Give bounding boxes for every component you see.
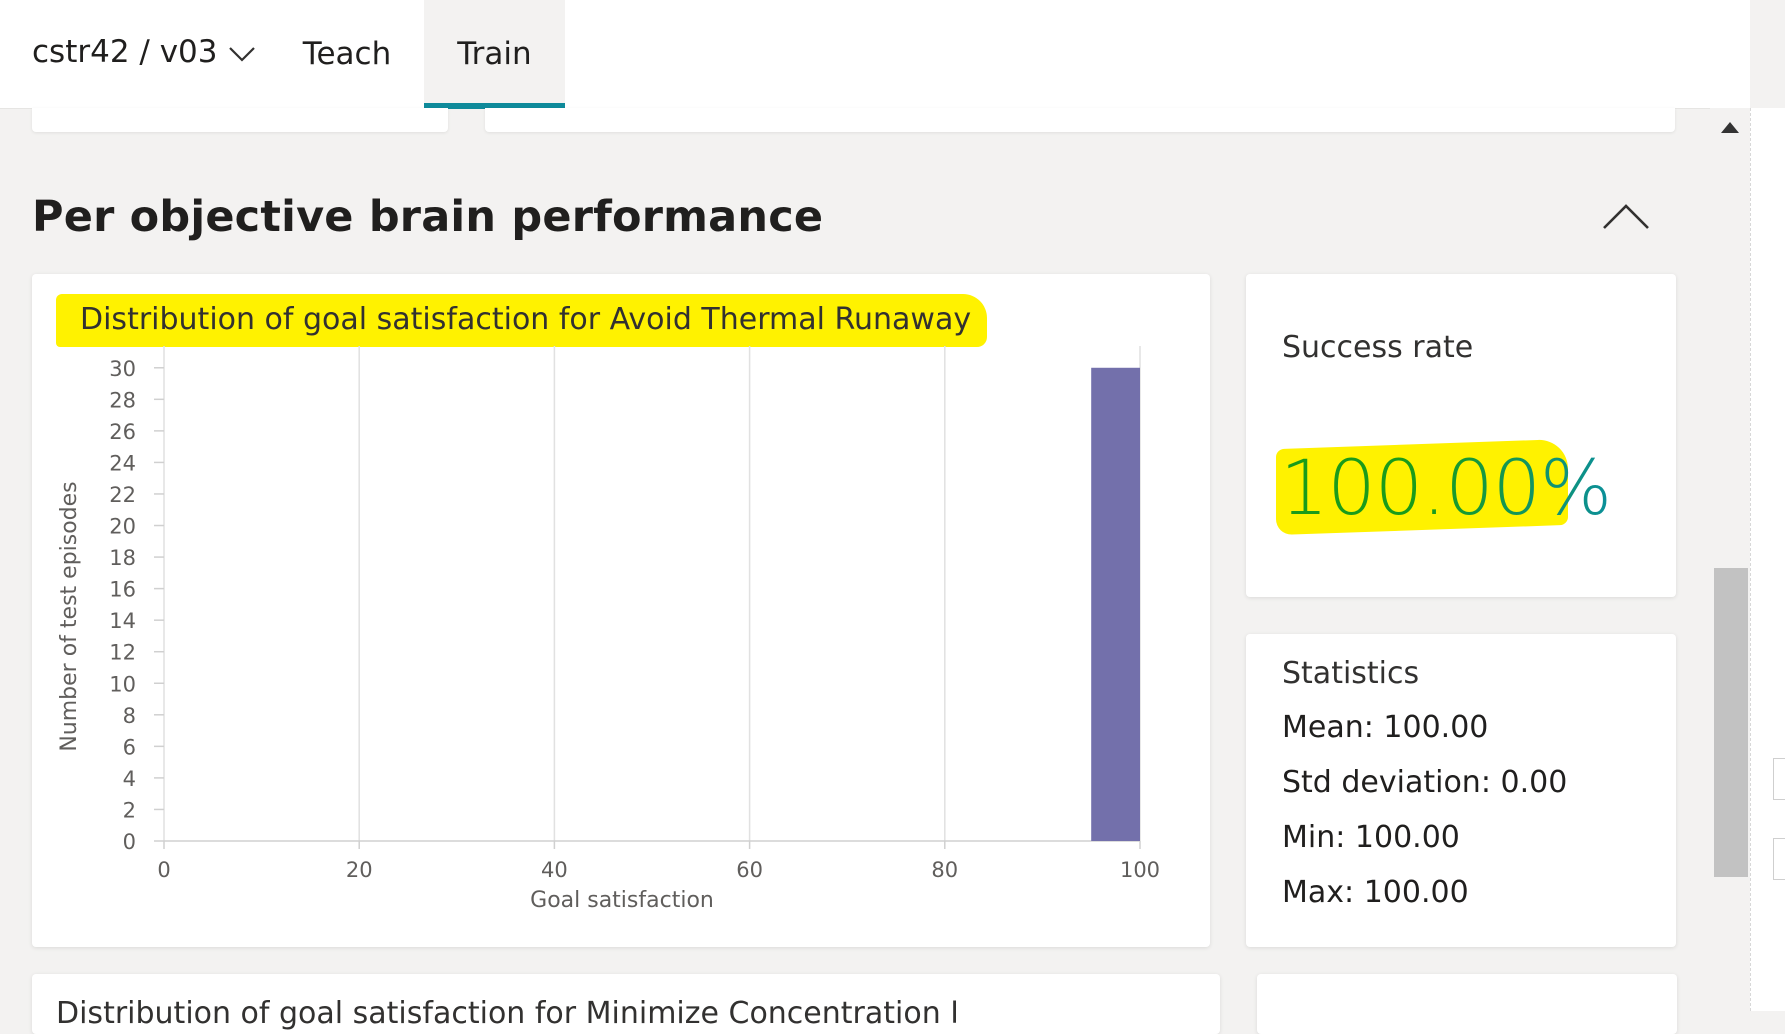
scrolled-card-right: [485, 108, 1675, 132]
y-tick-label: 18: [109, 546, 136, 570]
tab-teach[interactable]: Teach: [282, 0, 412, 108]
x-tick-label: 40: [541, 858, 568, 882]
stat-mean-value: 100.00: [1383, 710, 1489, 745]
y-tick-label: 0: [123, 830, 136, 854]
stat-min-value: 100.00: [1354, 820, 1460, 855]
project-selector[interactable]: cstr42 / v03: [32, 34, 256, 70]
y-tick-label: 24: [109, 451, 136, 475]
stat-std-value: 0.00: [1500, 765, 1568, 800]
tab-train[interactable]: Train: [424, 0, 565, 109]
y-tick-label: 30: [109, 357, 136, 381]
y-tick-label: 16: [109, 578, 136, 602]
collapse-section-button[interactable]: [1600, 196, 1652, 236]
y-tick-label: 28: [109, 388, 136, 412]
histogram-bar: [1091, 367, 1140, 841]
success-rate-title: Success rate: [1282, 330, 1474, 365]
goal-distribution-card: Distribution of goal satisfaction for Av…: [32, 274, 1210, 947]
tab-teach-label: Teach: [302, 36, 392, 72]
chevron-up-icon: [1603, 204, 1649, 229]
project-name: cstr42 / v03: [32, 34, 218, 70]
y-tick-label: 14: [109, 609, 136, 633]
stat-max: Max: 100.00: [1282, 875, 1469, 910]
x-axis-label: Goal satisfaction: [530, 888, 714, 913]
stat-mean-label: Mean:: [1282, 710, 1374, 745]
stat-min: Min: 100.00: [1282, 820, 1460, 855]
x-tick-label: 20: [346, 858, 373, 882]
x-tick-label: 0: [157, 858, 170, 882]
scrollbar-thumb[interactable]: [1714, 568, 1748, 877]
stat-max-value: 100.00: [1363, 875, 1469, 910]
statistics-card: Statistics Mean: 100.00 Std deviation: 0…: [1246, 634, 1676, 947]
success-rate-value: 100.00%: [1280, 443, 1612, 532]
scrolled-card-left: [32, 108, 448, 132]
tab-train-label: Train: [457, 36, 532, 72]
y-tick-label: 12: [109, 641, 136, 665]
x-tick-label: 80: [931, 858, 958, 882]
chevron-down-icon: [228, 47, 255, 62]
y-tick-label: 8: [123, 704, 136, 728]
stat-std: Std deviation: 0.00: [1282, 765, 1567, 800]
statistics-title: Statistics: [1282, 656, 1420, 691]
triangle-up-icon[interactable]: [1721, 122, 1739, 133]
next-distribution-card: Distribution of goal satisfaction for Mi…: [32, 974, 1220, 1034]
x-tick-label: 100: [1120, 858, 1160, 882]
stat-max-label: Max:: [1282, 875, 1355, 910]
success-rate-card: Success rate 100.00%: [1246, 274, 1676, 597]
x-tick-label: 60: [736, 858, 763, 882]
y-axis-label: Number of test episodes: [57, 481, 82, 751]
y-tick-label: 26: [109, 420, 136, 444]
stat-std-label: Std deviation:: [1282, 765, 1491, 800]
top-nav-bar: cstr42 / v03 Teach Train: [0, 0, 1750, 109]
y-tick-label: 22: [109, 483, 136, 507]
stat-min-label: Min:: [1282, 820, 1346, 855]
next-success-card: [1257, 974, 1677, 1034]
side-panel-tab[interactable]: [1773, 838, 1785, 880]
goal-histogram: 0246810121416182022242628300 20 40 60 80 100G…: [57, 346, 1160, 913]
y-tick-label: 2: [123, 798, 136, 822]
next-chart-title: Distribution of goal satisfaction for Mi…: [56, 996, 956, 1031]
section-title: Per objective brain performance: [32, 192, 824, 242]
y-tick-label: 20: [109, 515, 136, 539]
y-tick-label: 6: [123, 735, 136, 759]
stat-mean: Mean: 100.00: [1282, 710, 1488, 745]
side-panel-tab[interactable]: [1773, 758, 1785, 800]
y-tick-label: 10: [109, 672, 136, 696]
y-tick-label: 4: [123, 767, 136, 791]
